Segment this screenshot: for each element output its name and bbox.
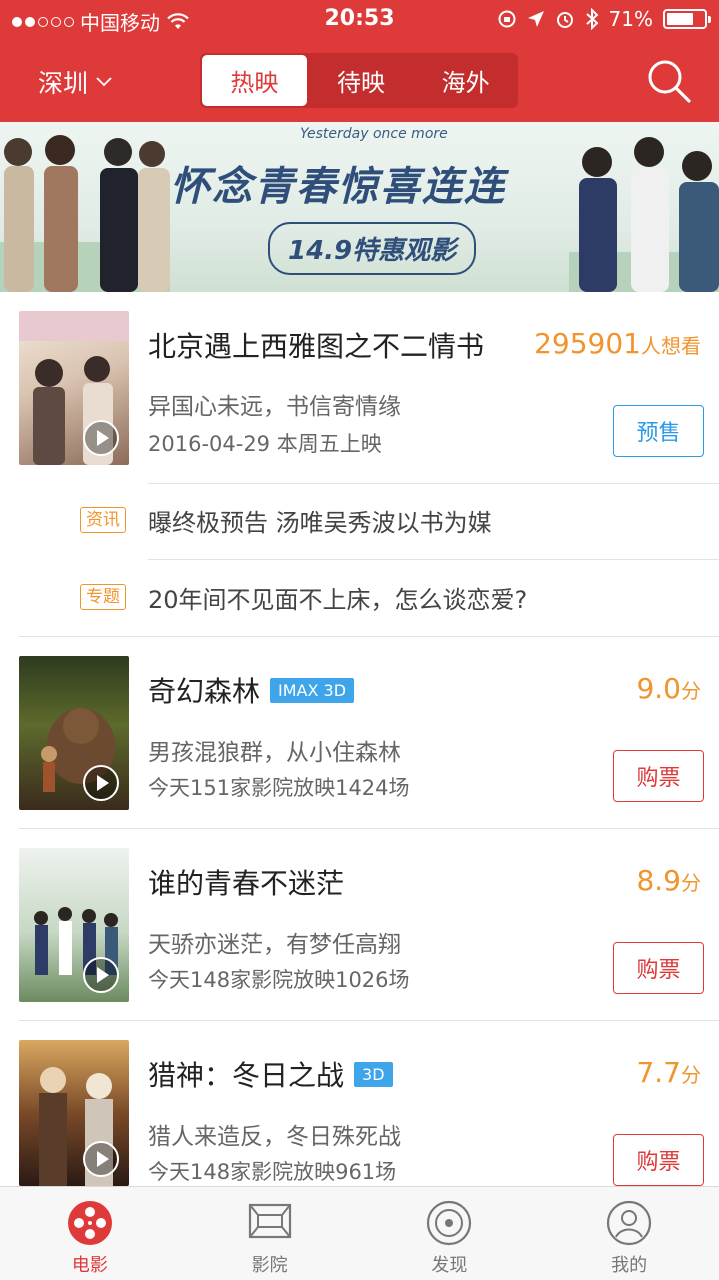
alarm-icon xyxy=(556,12,573,28)
movie-title-text: 谁的青春不迷茫 xyxy=(148,867,345,900)
cinema-screen-icon xyxy=(248,1203,291,1239)
battery-icon xyxy=(663,9,711,29)
buy-ticket-button[interactable]: 购票 xyxy=(613,942,704,994)
presale-button[interactable]: 预售 xyxy=(613,405,704,457)
play-trailer-icon[interactable] xyxy=(83,765,119,801)
city-selector[interactable]: 深圳 xyxy=(38,64,112,100)
score-unit: 分 xyxy=(681,1063,701,1087)
play-trailer-icon[interactable] xyxy=(83,957,119,993)
tab-profile[interactable]: 我的 xyxy=(539,1187,719,1280)
divider xyxy=(19,636,719,637)
news-item[interactable]: 资讯 曝终极预告 汤唯吴秀波以书为媒 xyxy=(0,483,719,559)
bottom-tab-bar: 电影 影院 发现 我的 xyxy=(0,1186,719,1280)
movie-title-text: 猎神：冬日之战 xyxy=(148,1059,345,1092)
banner-people-right xyxy=(569,137,719,292)
tab-overseas[interactable]: 海外 xyxy=(413,53,518,108)
topic-item[interactable]: 专题 20年间不见面不上床，怎么谈恋爱? xyxy=(0,560,719,636)
tab-label: 影院 xyxy=(251,1255,288,1276)
movie-score: 7.7分 xyxy=(636,1056,701,1089)
score-value: 8.9 xyxy=(636,864,681,897)
film-reel-icon xyxy=(67,1201,112,1245)
bluetooth-icon xyxy=(585,8,598,30)
topic-badge: 专题 xyxy=(80,584,126,610)
battery-percent: 71% xyxy=(608,7,653,31)
movie-title-text: 奇幻森林 xyxy=(148,675,261,708)
tab-now-showing[interactable]: 热映 xyxy=(202,55,307,106)
divider xyxy=(19,1020,719,1021)
banner-subtitle: 14.9特惠观影 xyxy=(268,222,477,275)
promo-banner[interactable]: Yesterday once more 怀念青春惊喜连连 14.9特惠观影 xyxy=(0,122,719,292)
movie-desc: 猎人来造反，冬日殊死战 xyxy=(148,1124,401,1150)
banner-people-left xyxy=(0,135,170,292)
tab-discover[interactable]: 发现 xyxy=(360,1187,540,1280)
chevron-down-icon xyxy=(96,77,112,87)
divider xyxy=(19,828,719,829)
play-trailer-icon[interactable] xyxy=(83,420,119,456)
status-bar: 中国移动 20:53 71% xyxy=(0,0,719,40)
nav-bar: 深圳 热映 待映 海外 xyxy=(0,40,719,122)
segment-tabs: 热映 待映 海外 xyxy=(200,53,518,108)
movie-poster[interactable] xyxy=(19,848,129,1002)
rotation-lock-icon xyxy=(498,10,516,28)
banner-english: Yesterday once more xyxy=(300,126,448,142)
format-tag: 3D xyxy=(354,1061,393,1087)
movie-info: 今天151家影院放映1424场 xyxy=(148,776,410,800)
banner-title: 怀念青春惊喜连连 xyxy=(170,164,506,210)
play-trailer-icon[interactable] xyxy=(83,1141,119,1177)
movie-poster[interactable] xyxy=(19,1040,129,1186)
buy-ticket-button[interactable]: 购票 xyxy=(613,750,704,802)
tab-cinemas[interactable]: 影院 xyxy=(180,1187,360,1280)
wish-count: 295901人想看 xyxy=(534,327,701,360)
movie-desc: 天骄亦迷茫，有梦任高翔 xyxy=(148,932,401,958)
score-value: 7.7 xyxy=(636,1056,681,1089)
news-text: 曝终极预告 汤唯吴秀波以书为媒 xyxy=(148,509,492,537)
movie-title[interactable]: 奇幻森林 IMAX 3D xyxy=(148,670,355,710)
score-unit: 分 xyxy=(681,871,701,895)
featured-desc: 异国心未远，书信寄情缘 xyxy=(148,394,401,420)
profile-icon xyxy=(607,1200,652,1246)
movie-score: 8.9分 xyxy=(636,864,701,897)
tab-coming-soon[interactable]: 待映 xyxy=(309,53,414,108)
featured-title[interactable]: 北京遇上西雅图之不二情书 xyxy=(148,325,484,365)
city-label: 深圳 xyxy=(38,69,89,98)
battery-level xyxy=(667,13,693,25)
score-value: 9.0 xyxy=(636,672,681,705)
movie-score: 9.0分 xyxy=(636,672,701,705)
format-tag: IMAX 3D xyxy=(270,677,355,703)
featured-release: 2016-04-29 本周五上映 xyxy=(148,432,382,456)
tab-label: 我的 xyxy=(611,1255,648,1276)
top-header: 中国移动 20:53 71% 深圳 热映 待映 海外 xyxy=(0,0,719,122)
topic-text: 20年间不见面不上床，怎么谈恋爱? xyxy=(148,586,528,614)
location-arrow-icon xyxy=(527,11,544,27)
search-icon[interactable] xyxy=(646,58,692,104)
score-unit: 分 xyxy=(681,679,701,703)
tab-label: 电影 xyxy=(71,1255,108,1276)
featured-poster[interactable] xyxy=(19,311,129,465)
movie-title[interactable]: 谁的青春不迷茫 xyxy=(148,862,344,902)
tab-label: 发现 xyxy=(431,1255,468,1276)
movie-info: 今天148家影院放映1026场 xyxy=(148,968,410,992)
movie-poster[interactable] xyxy=(19,656,129,810)
wish-unit: 人想看 xyxy=(641,334,701,358)
movie-title[interactable]: 猎神：冬日之战 3D xyxy=(148,1054,393,1094)
status-right-group: 71% xyxy=(497,7,711,31)
movie-desc: 男孩混狼群，从小住森林 xyxy=(148,740,401,766)
wish-number: 295901 xyxy=(534,327,641,360)
tab-movies[interactable]: 电影 xyxy=(0,1187,180,1280)
buy-ticket-button[interactable]: 购票 xyxy=(613,1134,704,1186)
discover-compass-icon xyxy=(427,1200,472,1246)
news-badge: 资讯 xyxy=(80,507,126,533)
movie-info: 今天148家影院放映961场 xyxy=(148,1160,397,1184)
